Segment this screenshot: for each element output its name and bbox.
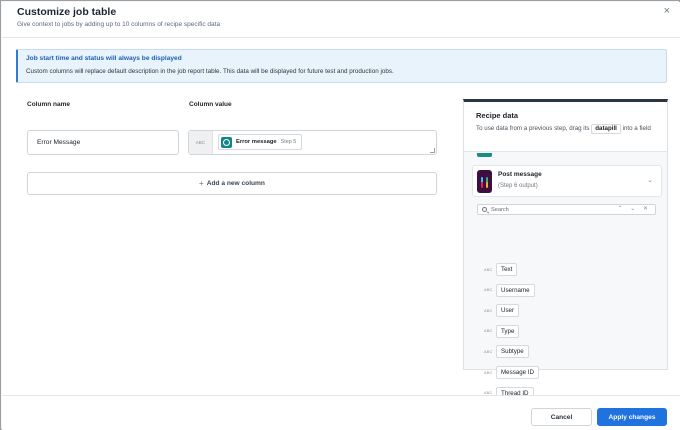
step-title: Post message [498,171,542,178]
field-type-badge: ABC [484,370,493,375]
column-value-field[interactable]: ABC Error message Step 5 [188,130,437,155]
datapill-label[interactable]: Type [496,324,520,338]
modal-subtitle: Give context to jobs by adding up to 10 … [17,21,221,28]
close-icon[interactable]: × [664,5,670,17]
previous-step-icon [477,153,492,157]
datapill-item[interactable]: ABC Message ID [484,366,540,379]
field-type-badge: ABC [484,308,493,313]
datapill-label[interactable]: Username [496,283,535,297]
info-banner: Job start time and status will always be… [16,49,667,83]
column-value-header: Column value [189,101,232,108]
recipe-data-panel: Recipe data To use data from a previous … [463,99,668,400]
datapill-label[interactable]: Subtype [496,345,529,359]
recipe-data-header: Recipe data To use data from a previous … [464,102,667,152]
datapill-search[interactable]: Search ⌃ ⌄ ✕ [477,204,656,215]
datapill-item[interactable]: ABC User [484,304,520,318]
banner-text: Custom columns will replace default desc… [26,68,394,75]
step-app-icon [221,136,232,148]
datapill[interactable]: Error message Step 5 [218,134,303,150]
datapill-label[interactable]: User [496,304,520,318]
step-output-card[interactable]: Post message (Step 6 output) ⌄ [472,165,662,197]
add-column-button[interactable]: + Add a new column [27,172,437,195]
apply-changes-button[interactable]: Apply changes [597,408,667,426]
datapill-label: Error message [236,139,277,145]
datapill-item[interactable]: ABC Subtype [484,345,529,359]
datapill-item[interactable]: ABC Text [484,263,518,276]
modal-title: Customize job table [17,6,117,18]
field-type-badge: ABC [484,349,493,354]
slack-icon [477,170,492,193]
modal-footer: Cancel Apply changes [2,395,680,430]
datapill-tag: datapill [591,124,621,134]
modal-body: Job start time and status will always be… [2,38,680,400]
field-type-badge: ABC [484,288,493,293]
recipe-data-description: To use data from a previous step, drag i… [476,124,651,134]
modal-frame: Customize job table Give context to jobs… [0,0,680,430]
plus-icon: + [199,179,204,188]
datapill-step: Step 5 [280,139,297,145]
modal-header: Customize job table Give context to jobs… [2,2,680,38]
column-name-input[interactable]: Error Message [27,130,179,155]
datapill-item[interactable]: ABC Type [484,324,520,338]
add-column-label: Add a new column [206,180,265,187]
datapill-label[interactable]: Message ID [496,366,540,379]
search-icon [482,207,487,212]
recipe-data-title: Recipe data [476,111,519,120]
resize-handle-icon[interactable] [430,148,435,153]
datapill-item[interactable]: ABC Username [484,283,535,297]
field-type-badge: ABC [484,267,493,272]
cancel-button[interactable]: Cancel [531,408,592,426]
field-type-badge: ABC [484,329,493,334]
chevron-down-icon[interactable]: ⌄ [647,176,653,184]
value-type-badge: ABC [189,131,213,154]
search-nav-controls[interactable]: ⌃ ⌄ ✕ [618,205,651,212]
search-input[interactable]: Search [491,207,509,213]
banner-title: Job start time and status will always be… [26,55,182,62]
datapill-label[interactable]: Text [496,263,518,276]
step-subtitle: (Step 6 output) [498,183,538,189]
column-name-header: Column name [27,101,70,108]
